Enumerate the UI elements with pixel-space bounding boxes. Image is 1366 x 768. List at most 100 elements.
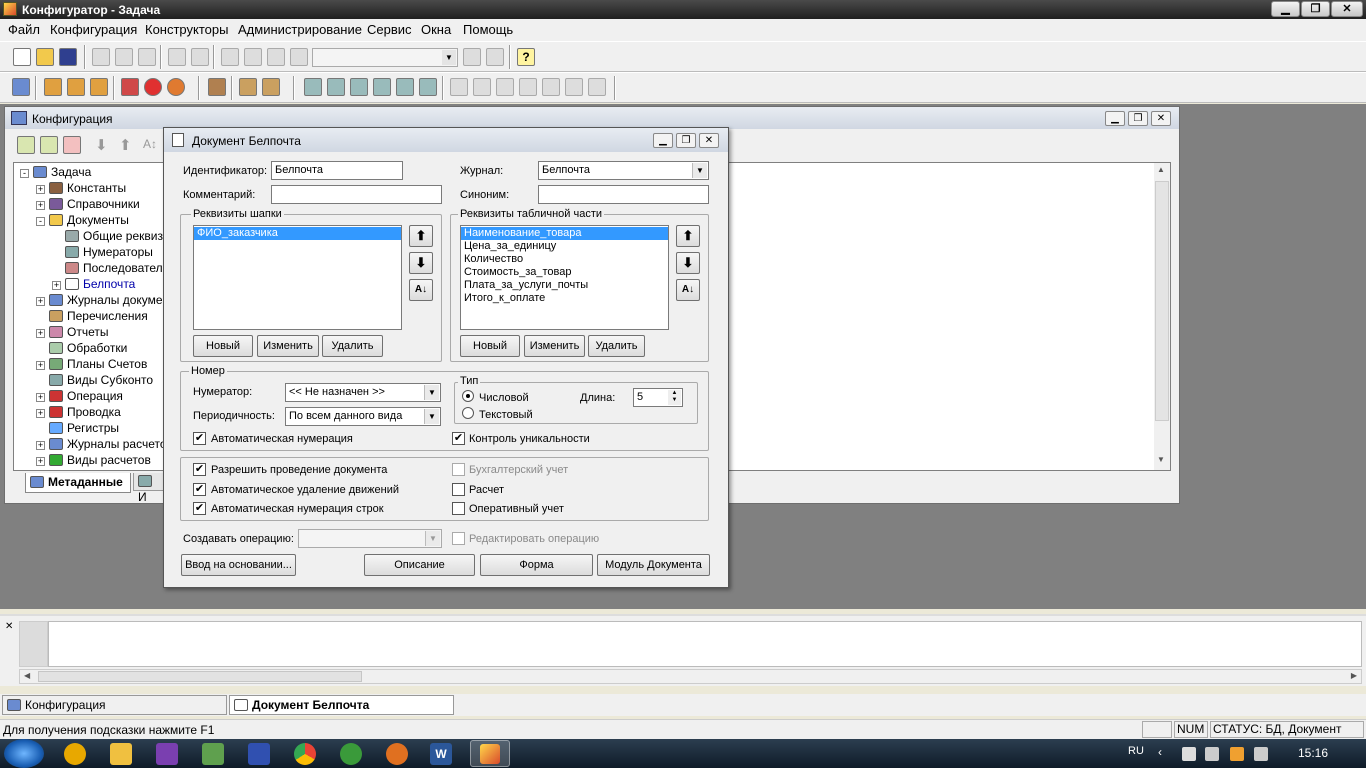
close-button[interactable]: ✕	[1331, 1, 1363, 17]
constructor-2-icon[interactable]	[327, 78, 345, 96]
help-icon[interactable]: ?	[517, 48, 535, 66]
header-attributes-list[interactable]: ФИО_заказчика	[193, 225, 402, 330]
header-new-button[interactable]: Новый	[193, 335, 253, 357]
menu-file[interactable]: Файл	[8, 22, 40, 37]
volume-icon[interactable]	[1254, 747, 1268, 761]
flag-icon[interactable]	[1182, 747, 1196, 761]
start-button[interactable]	[4, 739, 44, 768]
list-item[interactable]: ФИО_заказчика	[194, 227, 401, 240]
list-item[interactable]: Итого_к_оплате	[461, 292, 668, 305]
calculation-checkbox[interactable]	[452, 483, 465, 496]
users-icon[interactable]	[67, 78, 85, 96]
constructor-9-icon[interactable]	[496, 78, 514, 96]
edit-object-icon[interactable]	[40, 136, 58, 154]
constructor-10-icon[interactable]	[519, 78, 537, 96]
type-text-radio[interactable]	[462, 407, 474, 419]
tree-item[interactable]: Перечисления	[20, 308, 170, 324]
tree-item[interactable]: Нумераторы	[20, 244, 170, 260]
sort-icon[interactable]: A↕	[143, 137, 157, 151]
expand-icon[interactable]: +	[36, 361, 45, 370]
menu-help[interactable]: Помощь	[463, 22, 513, 37]
tree-item[interactable]: Виды Субконто	[20, 372, 170, 388]
print-preview-icon[interactable]	[191, 48, 209, 66]
tree-item[interactable]: + Справочники	[20, 196, 170, 212]
module-designer-icon[interactable]	[262, 78, 280, 96]
new-object-icon[interactable]	[17, 136, 35, 154]
stop-icon[interactable]	[144, 78, 162, 96]
journal-select[interactable]: Белпочта ▼	[538, 161, 709, 180]
power-icon[interactable]	[1205, 747, 1219, 761]
network-app-icon[interactable]	[202, 743, 224, 765]
auto-line-numbering-checkbox[interactable]: ✔	[193, 502, 206, 515]
maximize-button[interactable]: ❐	[1301, 1, 1330, 17]
redo-icon[interactable]	[267, 48, 285, 66]
move-down-icon[interactable]: ⬇	[95, 136, 108, 154]
constructor-6-icon[interactable]	[419, 78, 437, 96]
tree-item[interactable]: Регистры	[20, 420, 170, 436]
tree-item[interactable]: - Документы	[20, 212, 170, 228]
constructor-7-icon[interactable]	[450, 78, 468, 96]
1c-configurator-taskbar-button[interactable]	[470, 740, 510, 767]
wintab-configuration[interactable]: Конфигурация	[2, 695, 227, 715]
comment-input[interactable]	[271, 185, 442, 204]
network-icon[interactable]	[1230, 747, 1244, 761]
tree-item[interactable]: + Отчеты	[20, 324, 170, 340]
expand-icon[interactable]: +	[36, 457, 45, 466]
language-indicator[interactable]: RU	[1128, 745, 1144, 757]
document-module-button[interactable]: Модуль Документа	[597, 554, 710, 576]
find-prev-icon[interactable]	[486, 48, 504, 66]
menu-windows[interactable]: Окна	[421, 22, 451, 37]
tree-item[interactable]: + Константы	[20, 180, 170, 196]
debug-icon[interactable]	[121, 78, 139, 96]
search-combo[interactable]: ▼	[312, 48, 458, 67]
expand-icon[interactable]: +	[36, 409, 45, 418]
description-button[interactable]: Описание	[364, 554, 475, 576]
table-delete-button[interactable]: Удалить	[588, 335, 645, 357]
table-edit-button[interactable]: Изменить	[524, 335, 585, 357]
scroll-up-icon[interactable]: ▲	[1157, 165, 1165, 174]
expand-icon[interactable]: +	[36, 441, 45, 450]
create-operation-select[interactable]: ▼	[298, 529, 442, 548]
edit-operation-checkbox[interactable]	[452, 532, 465, 545]
config-minimize-button[interactable]: ▁	[1105, 111, 1125, 126]
user-icon[interactable]	[44, 78, 62, 96]
media-app-icon[interactable]	[386, 743, 408, 765]
list-item[interactable]: Наименование_товара	[461, 227, 668, 240]
auto-delete-movements-checkbox[interactable]: ✔	[193, 483, 206, 496]
operative-checkbox[interactable]	[452, 502, 465, 515]
chrome-icon[interactable]	[294, 743, 316, 765]
constructor-12-icon[interactable]	[565, 78, 583, 96]
tree-scrollbar[interactable]: ▲ ▼	[1154, 163, 1170, 470]
header-move-up-button[interactable]: ⬆	[409, 225, 433, 247]
properties-icon[interactable]	[221, 48, 239, 66]
message-text-area[interactable]	[48, 621, 1362, 667]
copy-icon[interactable]	[115, 48, 133, 66]
list-item[interactable]: Количество	[461, 253, 668, 266]
synonym-input[interactable]	[538, 185, 709, 204]
constructor-3-icon[interactable]	[350, 78, 368, 96]
undo-icon[interactable]	[244, 48, 262, 66]
menu-configuration[interactable]: Конфигурация	[50, 22, 137, 37]
config-tree-icon[interactable]	[12, 78, 30, 96]
config-close-button[interactable]: ✕	[1151, 111, 1171, 126]
save-icon[interactable]	[59, 48, 77, 66]
table-move-down-button[interactable]: ⬇	[676, 252, 700, 274]
dialog-close-button[interactable]: ✕	[699, 133, 719, 148]
paste-icon[interactable]	[138, 48, 156, 66]
open-folder-icon[interactable]	[36, 48, 54, 66]
table-attributes-list[interactable]: Наименование_товара Цена_за_единицу Коли…	[460, 225, 669, 330]
tree-item[interactable]: - Задача	[20, 164, 170, 180]
avast-icon[interactable]	[64, 743, 86, 765]
find-next-icon[interactable]	[463, 48, 481, 66]
config-maximize-button[interactable]: ❐	[1128, 111, 1148, 126]
expand-icon[interactable]: +	[36, 185, 45, 194]
tab-metadata[interactable]: Метаданные	[25, 473, 131, 493]
wizard-icon[interactable]	[208, 78, 226, 96]
constructor-4-icon[interactable]	[373, 78, 391, 96]
tree-item[interactable]: Последовател	[20, 260, 170, 276]
clock[interactable]: 15:16	[1298, 746, 1328, 760]
constructor-1-icon[interactable]	[304, 78, 322, 96]
expand-icon[interactable]: +	[52, 281, 61, 290]
menu-service[interactable]: Сервис	[367, 22, 412, 37]
spinner-arrows-icon[interactable]: ▲ ▼	[668, 390, 681, 405]
